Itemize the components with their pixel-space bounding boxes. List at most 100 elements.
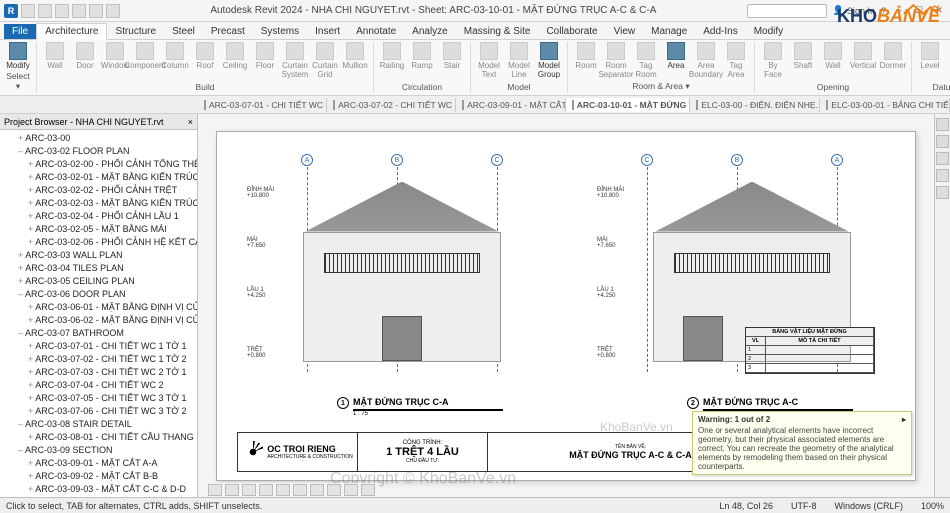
ribbon-button-dormer[interactable]: Dormer (879, 42, 907, 70)
sun-path-icon[interactable] (259, 484, 273, 496)
warning-tooltip[interactable]: Warning: 1 out of 2▸ One or several anal… (692, 411, 912, 475)
ribbon-button-room[interactable]: Room (572, 42, 600, 70)
ribbon-button-area-boundary[interactable]: Area Boundary (692, 42, 720, 79)
ribbon-button-model-line[interactable]: Model Line (505, 42, 533, 79)
tree-node[interactable]: ARC-03-07-05 - CHI TIẾT WC 3 TỜ 1 (10, 392, 197, 405)
ribbon-button-column[interactable]: Column (161, 42, 189, 70)
document-tab[interactable]: ARC-03-07-01 - CHI TIẾT WC 1 TỜ 1× (198, 98, 327, 112)
close-icon[interactable]: × (188, 117, 193, 127)
open-icon[interactable] (21, 4, 35, 18)
tree-node[interactable]: ARC-03-05 CEILING PLAN (10, 275, 197, 288)
ribbon-button-tag-area[interactable]: Tag Area (722, 42, 750, 79)
tree-node[interactable]: ARC-03-02-06 - PHỐI CẢNH HỆ KẾT CẤU MÁI (10, 236, 197, 249)
status-zoom[interactable]: 100% (921, 501, 944, 511)
revit-logo-icon[interactable]: R (4, 4, 18, 18)
tree-node[interactable]: ARC-03-02-05 - MẶT BẰNG MÁI (10, 223, 197, 236)
ribbon-tab-modify[interactable]: Modify (746, 24, 791, 39)
tree-node[interactable]: ARC-03-07-04 - CHI TIẾT WC 2 (10, 379, 197, 392)
ribbon-tab-architecture[interactable]: Architecture (36, 23, 107, 40)
ribbon-button-vertical[interactable]: Vertical (849, 42, 877, 70)
home-icon[interactable] (936, 118, 949, 131)
tree-node[interactable]: ARC-03-09-01 - MẶT CẮT A-A (10, 457, 197, 470)
ribbon-tab-systems[interactable]: Systems (253, 24, 307, 39)
document-tab[interactable]: ELC-03-00-01 - BẢNG CHI TIẾT CÁ...× (820, 98, 950, 112)
tree-node[interactable]: ARC-03-02-02 - PHỐI CẢNH TRỆT (10, 184, 197, 197)
ribbon-button-modify[interactable]: Modify (4, 42, 32, 70)
ribbon-button-curtain-grid[interactable]: Curtain Grid (311, 42, 339, 79)
ribbon-tab-insert[interactable]: Insert (307, 24, 348, 39)
tree-node[interactable]: ARC-03-06-01 - MẶT BẰNG ĐỊNH VỊ CỬA TẦNG… (10, 301, 197, 314)
ribbon-button-wall[interactable]: Wall (41, 42, 69, 70)
tree-node[interactable]: ARC-03-02 FLOOR PLAN (10, 145, 197, 158)
qat-overflow-icon[interactable] (106, 4, 120, 18)
tree-node[interactable]: ARC-03-07-03 - CHI TIẾT WC 2 TỜ 1 (10, 366, 197, 379)
ribbon-button-ceiling[interactable]: Ceiling (221, 42, 249, 70)
signin-button[interactable]: 👤 Sign In (833, 5, 875, 16)
ribbon-button-room-separator[interactable]: Room Separator (602, 42, 630, 79)
ribbon-button-by-face[interactable]: By Face (759, 42, 787, 79)
tree-node[interactable]: ARC-03-04 TILES PLAN (10, 262, 197, 275)
window-minimize-button[interactable]: – (892, 4, 906, 18)
tree-node[interactable]: ARC-03-09 SECTION (10, 444, 197, 457)
tree-node[interactable]: ARC-03-02-01 - MẶT BẰNG KIẾN TRÚC TẦNG T… (10, 171, 197, 184)
project-browser-header[interactable]: Project Browser - NHA CHI NGUYET.rvt × (0, 114, 197, 130)
tree-node[interactable]: ARC-03-03 WALL PLAN (10, 249, 197, 262)
project-browser-tree[interactable]: ARC-03-00ARC-03-02 FLOOR PLANARC-03-02-0… (0, 130, 197, 497)
tree-node[interactable]: ARC-03-07-06 - CHI TIẾT WC 3 TỜ 2 (10, 405, 197, 418)
tree-node[interactable]: ARC-03-00 (10, 132, 197, 145)
help-icon[interactable]: ? (881, 6, 886, 16)
document-tab[interactable]: ARC-03-07-02 - CHI TIẾT WC 1 TỜ 2× (327, 98, 456, 112)
detail-level-icon[interactable] (225, 484, 239, 496)
steering-wheel-icon[interactable] (936, 152, 949, 165)
tree-node[interactable]: ARC-03-09-03 - MẶT CẮT C-C & D-D (10, 483, 197, 496)
ribbon-tab-annotate[interactable]: Annotate (348, 24, 404, 39)
tree-node[interactable]: ARC-03-07-02 - CHI TIẾT WC 1 TỜ 2 (10, 353, 197, 366)
pan-icon[interactable] (936, 169, 949, 182)
reveal-icon[interactable] (361, 484, 375, 496)
ribbon-button-level[interactable]: Level (916, 42, 944, 70)
tree-node[interactable]: ARC-03-02-00 - PHỐI CẢNH TỔNG THỂ (10, 158, 197, 171)
ribbon-button-wall[interactable]: Wall (819, 42, 847, 70)
undo-icon[interactable] (55, 4, 69, 18)
chevron-icon[interactable]: ▸ (902, 415, 906, 424)
drawing-canvas[interactable]: A B C ĐỈNH MÁI+10.800 MÁI+7.650 LẦU 1+4.… (198, 114, 934, 497)
visual-style-icon[interactable] (242, 484, 256, 496)
ribbon-button-railing[interactable]: Railing (378, 42, 406, 70)
document-tab[interactable]: ELC-03-00 - ĐIỆN. ĐIỆN NHẸ. ĐIỀU...× (690, 98, 820, 112)
ribbon-button-component[interactable]: Component (131, 42, 159, 70)
ribbon-tab-steel[interactable]: Steel (164, 24, 203, 39)
ribbon-tab-file[interactable]: File (4, 24, 36, 39)
ribbon-button-roof[interactable]: Roof (191, 42, 219, 70)
ribbon-button-mullion[interactable]: Mullion (341, 42, 369, 70)
ribbon-button-tag-room[interactable]: Tag Room (632, 42, 660, 79)
document-tab[interactable]: ARC-03-10-01 - MẶT ĐỨNG TRỤ...× (566, 98, 691, 112)
tree-node[interactable]: ARC-03-08 STAIR DETAIL (10, 418, 197, 431)
ribbon-tab-analyze[interactable]: Analyze (404, 24, 456, 39)
tree-node[interactable]: ARC-03-06 DOOR PLAN (10, 288, 197, 301)
ribbon-tab-structure[interactable]: Structure (107, 24, 164, 39)
redo-icon[interactable] (72, 4, 86, 18)
save-icon[interactable] (38, 4, 52, 18)
window-close-button[interactable]: ✕ (932, 4, 946, 18)
shadows-icon[interactable] (276, 484, 290, 496)
ribbon-button-area[interactable]: Area (662, 42, 690, 70)
ribbon-tab-add-ins[interactable]: Add-Ins (695, 24, 745, 39)
tree-node[interactable]: ARC-03-02-04 - PHỐI CẢNH LẦU 1 (10, 210, 197, 223)
ribbon-button-model-text[interactable]: Model Text (475, 42, 503, 79)
ribbon-tab-collaborate[interactable]: Collaborate (538, 24, 605, 39)
tree-node[interactable]: ARC-03-06-02 - MẶT BẰNG ĐỊNH VỊ CỬA LẦU … (10, 314, 197, 327)
ribbon-button-shaft[interactable]: Shaft (789, 42, 817, 70)
ribbon-button-grid[interactable]: Grid (946, 42, 950, 70)
ribbon-tab-precast[interactable]: Precast (203, 24, 253, 39)
window-maximize-button[interactable]: ☐ (912, 4, 926, 18)
ribbon-tab-massing-site[interactable]: Massing & Site (456, 24, 539, 39)
ribbon-button-floor[interactable]: Floor (251, 42, 279, 70)
scale-icon[interactable] (208, 484, 222, 496)
crop-icon[interactable] (293, 484, 307, 496)
hide-icon[interactable] (344, 484, 358, 496)
document-tab[interactable]: ARC-03-09-01 - MẶT CẮT A-A× (456, 98, 566, 112)
ribbon-tab-view[interactable]: View (606, 24, 644, 39)
zoom-icon[interactable] (936, 186, 949, 199)
ribbon-button-door[interactable]: Door (71, 42, 99, 70)
ribbon-button-model-group[interactable]: Model Group (535, 42, 563, 79)
